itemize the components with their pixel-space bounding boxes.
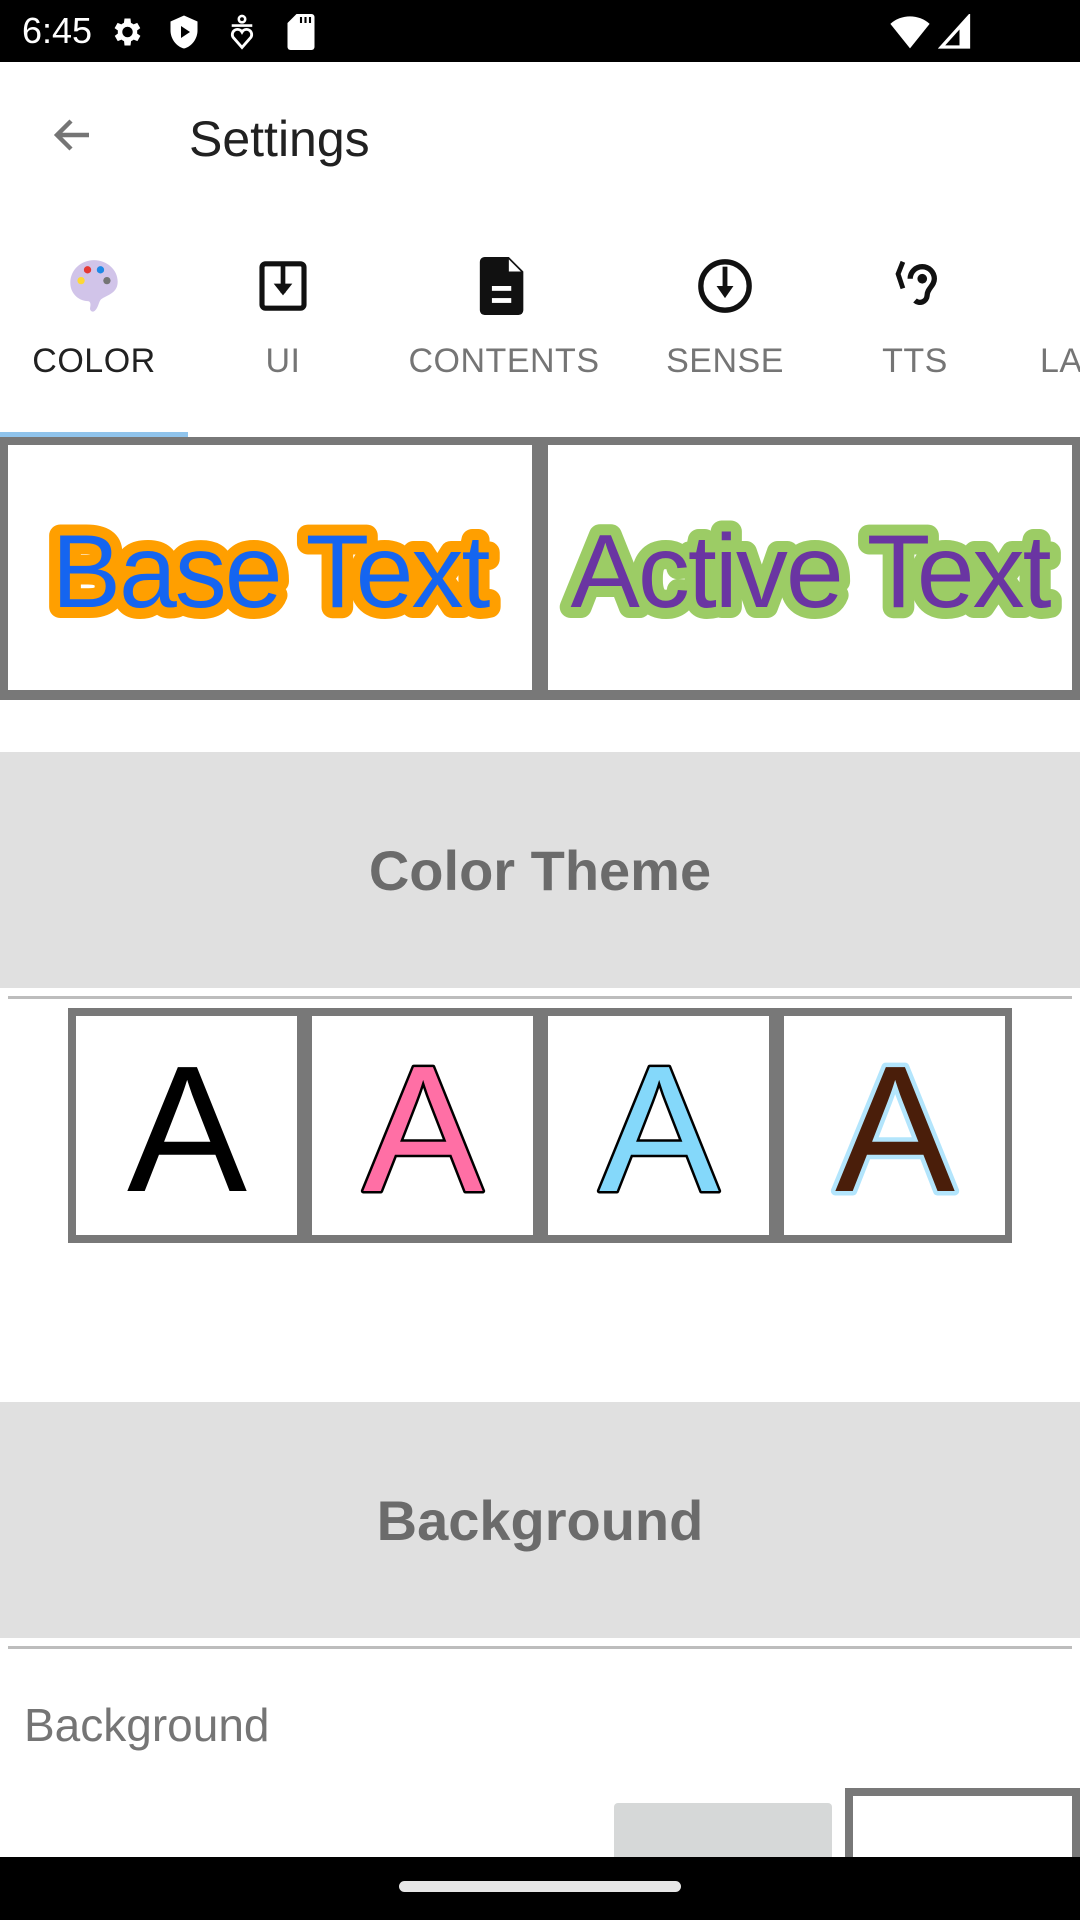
navigation-bar bbox=[0, 1857, 1080, 1920]
tab-label: UI bbox=[265, 342, 301, 380]
theme-glyph: A bbox=[598, 1046, 718, 1206]
color-theme-grid: A A A A bbox=[68, 1008, 1012, 1243]
cellular-signal-icon bbox=[937, 12, 972, 55]
status-bar: 6:45 bbox=[0, 0, 1080, 62]
tab-contents[interactable]: CONTENTS bbox=[395, 212, 613, 432]
wifi-icon bbox=[890, 14, 930, 55]
tab-label: CONTENTS bbox=[408, 342, 600, 380]
document-icon bbox=[474, 256, 534, 316]
background-swatch-gray[interactable] bbox=[614, 1803, 832, 1863]
download-box-icon bbox=[253, 256, 313, 316]
text-preview: Base Text Active Text bbox=[0, 437, 1080, 700]
page-title: Settings bbox=[189, 111, 370, 167]
theme-glyph: A bbox=[126, 1046, 246, 1206]
theme-option[interactable]: A bbox=[784, 1016, 1005, 1235]
home-gesture-handle[interactable] bbox=[399, 1881, 681, 1892]
tab-tts[interactable]: TTS bbox=[820, 212, 1010, 432]
section-title: Color Theme bbox=[368, 838, 712, 902]
palette-icon bbox=[64, 256, 124, 316]
tab-label: SENSE bbox=[666, 342, 784, 380]
section-title: Background bbox=[376, 1488, 704, 1552]
tab-label: COLOR bbox=[32, 342, 156, 380]
divider bbox=[8, 996, 1072, 999]
base-text-preview[interactable]: Base Text bbox=[8, 445, 532, 690]
theme-glyph: A bbox=[834, 1046, 954, 1206]
tab-label: TTS bbox=[882, 342, 948, 380]
shield-play-icon bbox=[166, 14, 202, 55]
tab-bar: COLOR UI CONTENTS SENSE TTS LA bbox=[0, 212, 1080, 437]
tab-color[interactable]: COLOR bbox=[0, 212, 188, 432]
sd-card-icon bbox=[287, 14, 315, 55]
app-bar: Settings bbox=[0, 62, 1080, 212]
background-label: Background bbox=[24, 1699, 270, 1751]
theme-option[interactable]: A bbox=[312, 1016, 533, 1235]
hearing-icon bbox=[885, 256, 945, 316]
theme-glyph: A bbox=[362, 1046, 482, 1206]
theme-option[interactable]: A bbox=[548, 1016, 769, 1235]
arrow-back-icon bbox=[49, 111, 97, 164]
divider bbox=[8, 1646, 1072, 1649]
background-header: Background bbox=[0, 1402, 1080, 1638]
status-time: 6:45 bbox=[22, 10, 93, 51]
theme-option[interactable]: A bbox=[76, 1016, 297, 1235]
background-swatch-white[interactable] bbox=[845, 1788, 1080, 1868]
tab-label: LA bbox=[1040, 342, 1080, 380]
settings-gear-icon bbox=[108, 14, 144, 55]
color-theme-header: Color Theme bbox=[0, 752, 1080, 988]
back-button[interactable] bbox=[38, 102, 108, 172]
accessibility-person-icon bbox=[226, 14, 258, 55]
tab-ui[interactable]: UI bbox=[188, 212, 378, 432]
active-text-preview[interactable]: Active Text bbox=[548, 445, 1072, 690]
tab-sense[interactable]: SENSE bbox=[630, 212, 820, 432]
tab-la[interactable]: LA bbox=[1010, 212, 1080, 432]
download-circle-icon bbox=[695, 256, 755, 316]
active-text-label: Active Text bbox=[571, 514, 1052, 630]
base-text-label: Base Text bbox=[52, 514, 491, 630]
